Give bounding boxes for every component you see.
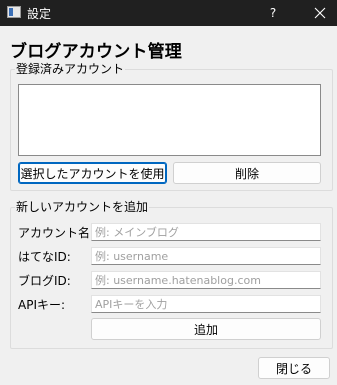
delete-account-button[interactable]: 削除: [173, 162, 321, 184]
registered-accounts-group-title: 登録済みアカウント: [15, 62, 126, 76]
new-account-group-title: 新しいアカウントを追加: [15, 200, 150, 214]
hatena-id-label: はてなID:: [18, 250, 71, 264]
close-window-button[interactable]: [303, 0, 337, 26]
api-key-label: APIキー:: [18, 298, 66, 312]
use-selected-account-button[interactable]: 選択したアカウントを使用: [18, 162, 167, 184]
blog-id-input[interactable]: [91, 271, 321, 289]
blog-id-label: ブログID:: [18, 274, 71, 288]
window-title: 設定: [27, 7, 52, 21]
api-key-input[interactable]: [91, 295, 321, 313]
close-icon: [314, 7, 326, 19]
title-bar: 設定 ?: [0, 0, 337, 26]
page-title: ブログアカウント管理: [10, 42, 182, 62]
close-button[interactable]: 閉じる: [258, 357, 330, 379]
help-button[interactable]: ?: [258, 0, 288, 26]
account-name-label: アカウント名:: [18, 226, 95, 240]
hatena-id-input[interactable]: [91, 247, 321, 265]
account-list[interactable]: [18, 84, 321, 156]
window-icon: [7, 6, 21, 18]
account-name-input[interactable]: [91, 223, 321, 241]
add-account-button[interactable]: 追加: [91, 318, 321, 340]
